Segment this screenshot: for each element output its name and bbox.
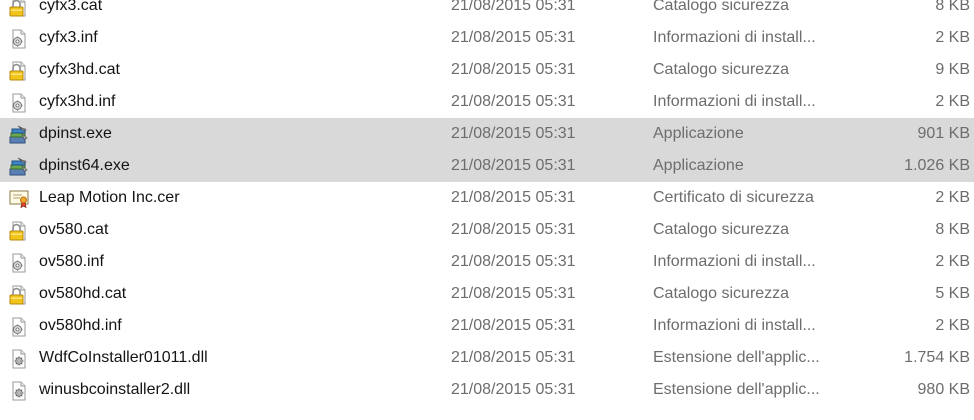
- file-name: cyfx3hd.cat: [39, 61, 120, 78]
- installer-app-icon: [9, 125, 29, 145]
- file-row[interactable]: cyfx3hd.inf 21/08/2015 05:31 Informazioni …: [0, 86, 974, 118]
- file-date-modified: 21/08/2015 05:31: [451, 381, 576, 398]
- file-row[interactable]: dpinst.exe 21/08/2015 05:31 Applicazione 90…: [0, 118, 974, 150]
- file-size: 8 KB: [935, 221, 970, 238]
- file-date-modified: 21/08/2015 05:31: [451, 61, 576, 78]
- security-catalog-icon: [9, 0, 29, 17]
- file-type: Applicazione: [653, 157, 744, 174]
- file-size: 8 KB: [935, 0, 970, 14]
- file-type: Estensione dell'applic...: [653, 381, 820, 398]
- security-catalog-icon: [9, 285, 29, 305]
- file-size: 9 KB: [935, 61, 970, 78]
- file-size: 1.026 KB: [904, 157, 970, 174]
- file-type: Informazioni di install...: [653, 317, 816, 334]
- file-size: 1.754 KB: [904, 349, 970, 366]
- file-date-modified: 21/08/2015 05:31: [451, 221, 576, 238]
- file-type: Informazioni di install...: [653, 253, 816, 270]
- file-date-modified: 21/08/2015 05:31: [451, 349, 576, 366]
- file-name: Leap Motion Inc.cer: [39, 189, 180, 206]
- file-name: winusbcoinstaller2.dll: [39, 381, 191, 398]
- file-row[interactable]: cyfx3hd.cat 21/08/2015 05:31 Catalogo sicu…: [0, 54, 974, 86]
- security-catalog-icon: [9, 221, 29, 241]
- file-date-modified: 21/08/2015 05:31: [451, 285, 576, 302]
- installer-app-icon: [9, 157, 29, 177]
- file-size: 2 KB: [935, 29, 970, 46]
- setup-info-icon: [9, 93, 29, 113]
- certificate-icon: [9, 189, 29, 209]
- file-type: Informazioni di install...: [653, 29, 816, 46]
- file-size: 2 KB: [935, 189, 970, 206]
- file-name: cyfx3hd.inf: [39, 93, 116, 110]
- file-row[interactable]: cyfx3.cat 21/08/2015 05:31 Catalogo sicure…: [0, 0, 974, 22]
- file-type: Informazioni di install...: [653, 93, 816, 110]
- file-date-modified: 21/08/2015 05:31: [451, 93, 576, 110]
- file-name: ov580.cat: [39, 221, 109, 238]
- dll-gear-icon: [9, 349, 29, 369]
- setup-info-icon: [9, 29, 29, 49]
- file-size: 980 KB: [917, 381, 970, 398]
- file-size: 2 KB: [935, 317, 970, 334]
- file-row[interactable]: dpinst64.exe 21/08/2015 05:31 Applicazione…: [0, 150, 974, 182]
- file-date-modified: 21/08/2015 05:31: [451, 157, 576, 174]
- file-size: 5 KB: [935, 285, 970, 302]
- file-list: cyfx3.cat 21/08/2015 05:31 Catalogo sicure…: [0, 0, 974, 410]
- file-type: Catalogo sicurezza: [653, 221, 790, 238]
- file-row[interactable]: ov580.cat 21/08/2015 05:31 Catalogo sicure…: [0, 214, 974, 246]
- setup-info-icon: [9, 253, 29, 273]
- file-type: Catalogo sicurezza: [653, 61, 790, 78]
- file-date-modified: 21/08/2015 05:31: [451, 0, 576, 14]
- file-row[interactable]: ov580hd.inf 21/08/2015 05:31 Informazioni …: [0, 310, 974, 342]
- file-row[interactable]: Leap Motion Inc.cer 21/08/2015 05:31 Certi…: [0, 182, 974, 214]
- file-type: Estensione dell'applic...: [653, 349, 820, 366]
- file-row[interactable]: cyfx3.inf 21/08/2015 05:31 Informazioni di…: [0, 22, 974, 54]
- file-name: dpinst64.exe: [39, 157, 130, 174]
- file-row[interactable]: winusbcoinstaller2.dll 21/08/2015 05:31 Es…: [0, 374, 974, 406]
- file-date-modified: 21/08/2015 05:31: [451, 253, 576, 270]
- file-name: dpinst.exe: [39, 125, 112, 142]
- file-name: ov580hd.cat: [39, 285, 127, 302]
- setup-info-icon: [9, 317, 29, 337]
- file-size: 901 KB: [917, 125, 970, 142]
- file-row[interactable]: ov580.inf 21/08/2015 05:31 Informazioni di…: [0, 246, 974, 278]
- file-date-modified: 21/08/2015 05:31: [451, 29, 576, 46]
- file-name: WdfCoInstaller01011.dll: [39, 349, 208, 366]
- file-date-modified: 21/08/2015 05:31: [451, 189, 576, 206]
- file-name: ov580.inf: [39, 253, 104, 270]
- file-type: Catalogo sicurezza: [653, 0, 790, 14]
- file-row[interactable]: ov580hd.cat 21/08/2015 05:31 Catalogo sicu…: [0, 278, 974, 310]
- file-type: Certificato di sicurezza: [653, 189, 814, 206]
- file-row[interactable]: WdfCoInstaller01011.dll 21/08/2015 05:31 E…: [0, 342, 974, 374]
- file-size: 2 KB: [935, 93, 970, 110]
- file-name: cyfx3.cat: [39, 0, 103, 14]
- file-name: cyfx3.inf: [39, 29, 98, 46]
- file-size: 2 KB: [935, 253, 970, 270]
- file-type: Applicazione: [653, 125, 744, 142]
- security-catalog-icon: [9, 61, 29, 81]
- dll-gear-icon: [9, 381, 29, 401]
- file-date-modified: 21/08/2015 05:31: [451, 125, 576, 142]
- file-type: Catalogo sicurezza: [653, 285, 790, 302]
- file-name: ov580hd.inf: [39, 317, 122, 334]
- file-date-modified: 21/08/2015 05:31: [451, 317, 576, 334]
